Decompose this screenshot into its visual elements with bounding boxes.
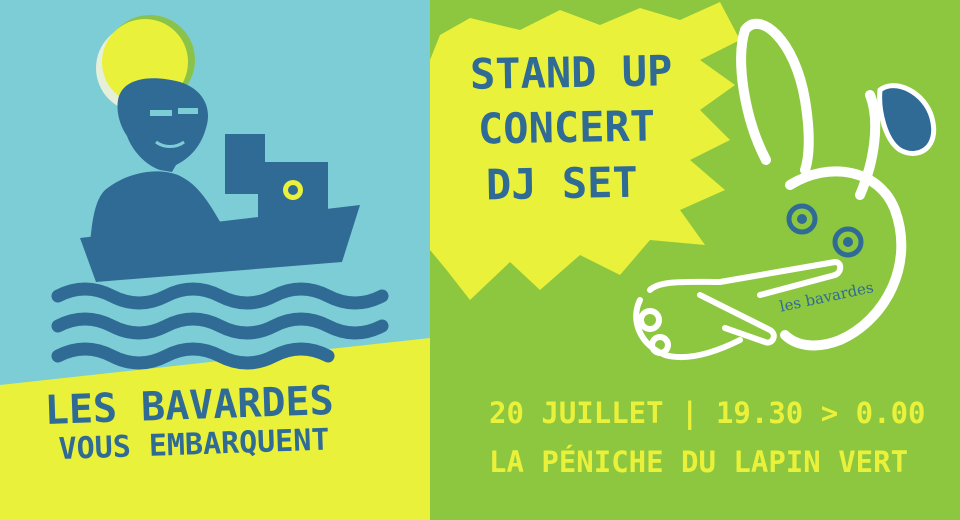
rabbit-eyes-icon xyxy=(786,203,864,258)
act-dj-set: DJ SET xyxy=(485,157,639,210)
event-poster: LES BAVARDES VOUS EMBARQUENT STAND UP CO… xyxy=(0,0,960,520)
act-stand-up: STAND UP xyxy=(469,46,673,99)
woman-portrait-illustration xyxy=(90,78,225,245)
rabbit-ear-inner xyxy=(877,83,937,156)
event-venue: LA PÉNICHE DU LAPIN VERT xyxy=(489,445,909,479)
act-concert: CONCERT xyxy=(477,101,656,154)
event-date-time: 20 JUILLET | 19.30 > 0.00 xyxy=(489,396,926,430)
